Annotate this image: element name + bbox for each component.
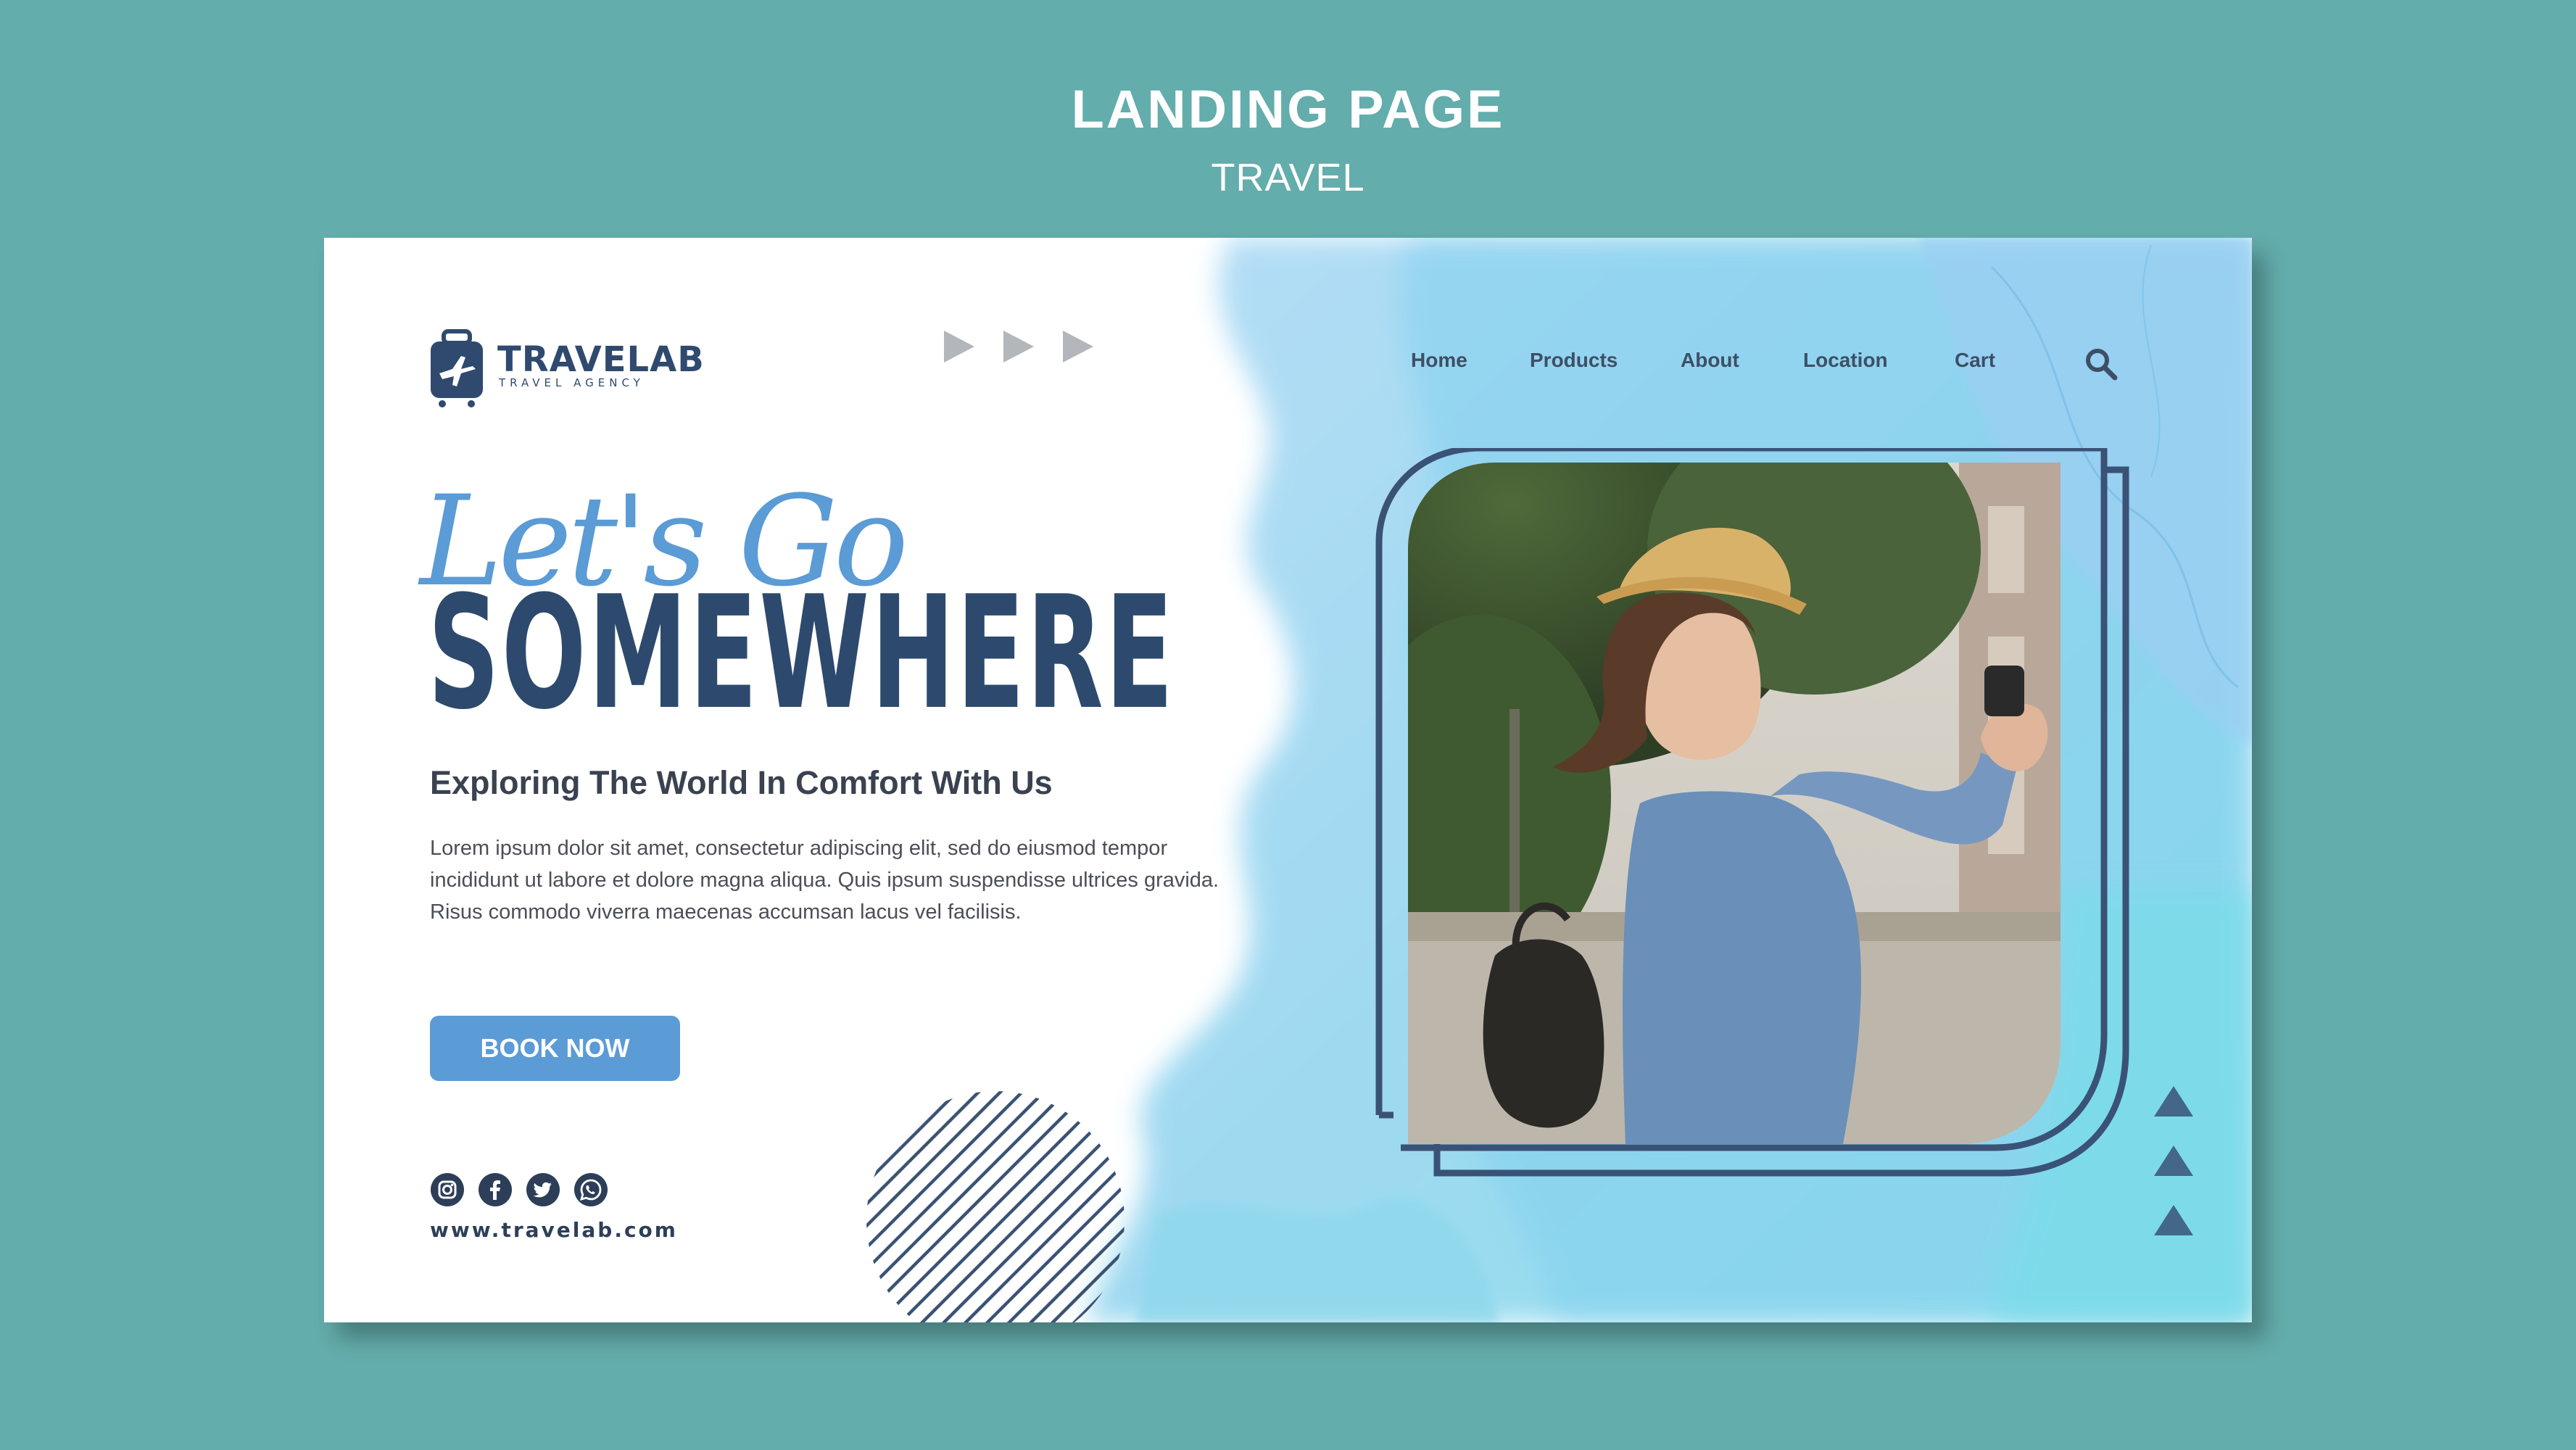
page-caption-subtitle: TRAVEL: [1211, 156, 1365, 199]
hero-photo: [1375, 448, 2129, 1177]
facebook-icon[interactable]: [478, 1172, 513, 1207]
hero-body-text: Lorem ipsum dolor sit amet, consectetur …: [430, 837, 1219, 924]
nav-location[interactable]: Location: [1803, 349, 1888, 372]
hero-subheading: Exploring The World In Comfort With Us: [430, 764, 1053, 801]
twitter-icon[interactable]: [526, 1172, 560, 1207]
triangles-decoration: [2154, 1086, 2193, 1235]
play-arrows-decoration: [944, 331, 1093, 362]
hero-headline: SOMEWHERE: [428, 562, 1175, 744]
nav-cart[interactable]: Cart: [1955, 349, 1995, 372]
search-icon[interactable]: [2082, 345, 2120, 383]
suitcase-plane-icon: [431, 329, 483, 407]
brand-name: TRAVELAB: [497, 339, 705, 380]
nav-about[interactable]: About: [1681, 349, 1739, 372]
page-caption-title: LANDING PAGE: [1071, 79, 1505, 139]
instagram-icon[interactable]: [430, 1172, 465, 1207]
nav-products[interactable]: Products: [1530, 349, 1618, 372]
brand-tagline: TRAVEL AGENCY: [499, 376, 645, 389]
striped-circle-decoration: [866, 1091, 1125, 1322]
book-now-button[interactable]: BOOK NOW: [430, 1016, 680, 1081]
whatsapp-icon[interactable]: [573, 1172, 608, 1207]
website-url[interactable]: www.travelab.com: [430, 1218, 678, 1242]
nav-home[interactable]: Home: [1411, 349, 1467, 372]
landing-page-card: TRAVELAB TRAVEL AGENCY Home Products Abo…: [324, 238, 2252, 1322]
